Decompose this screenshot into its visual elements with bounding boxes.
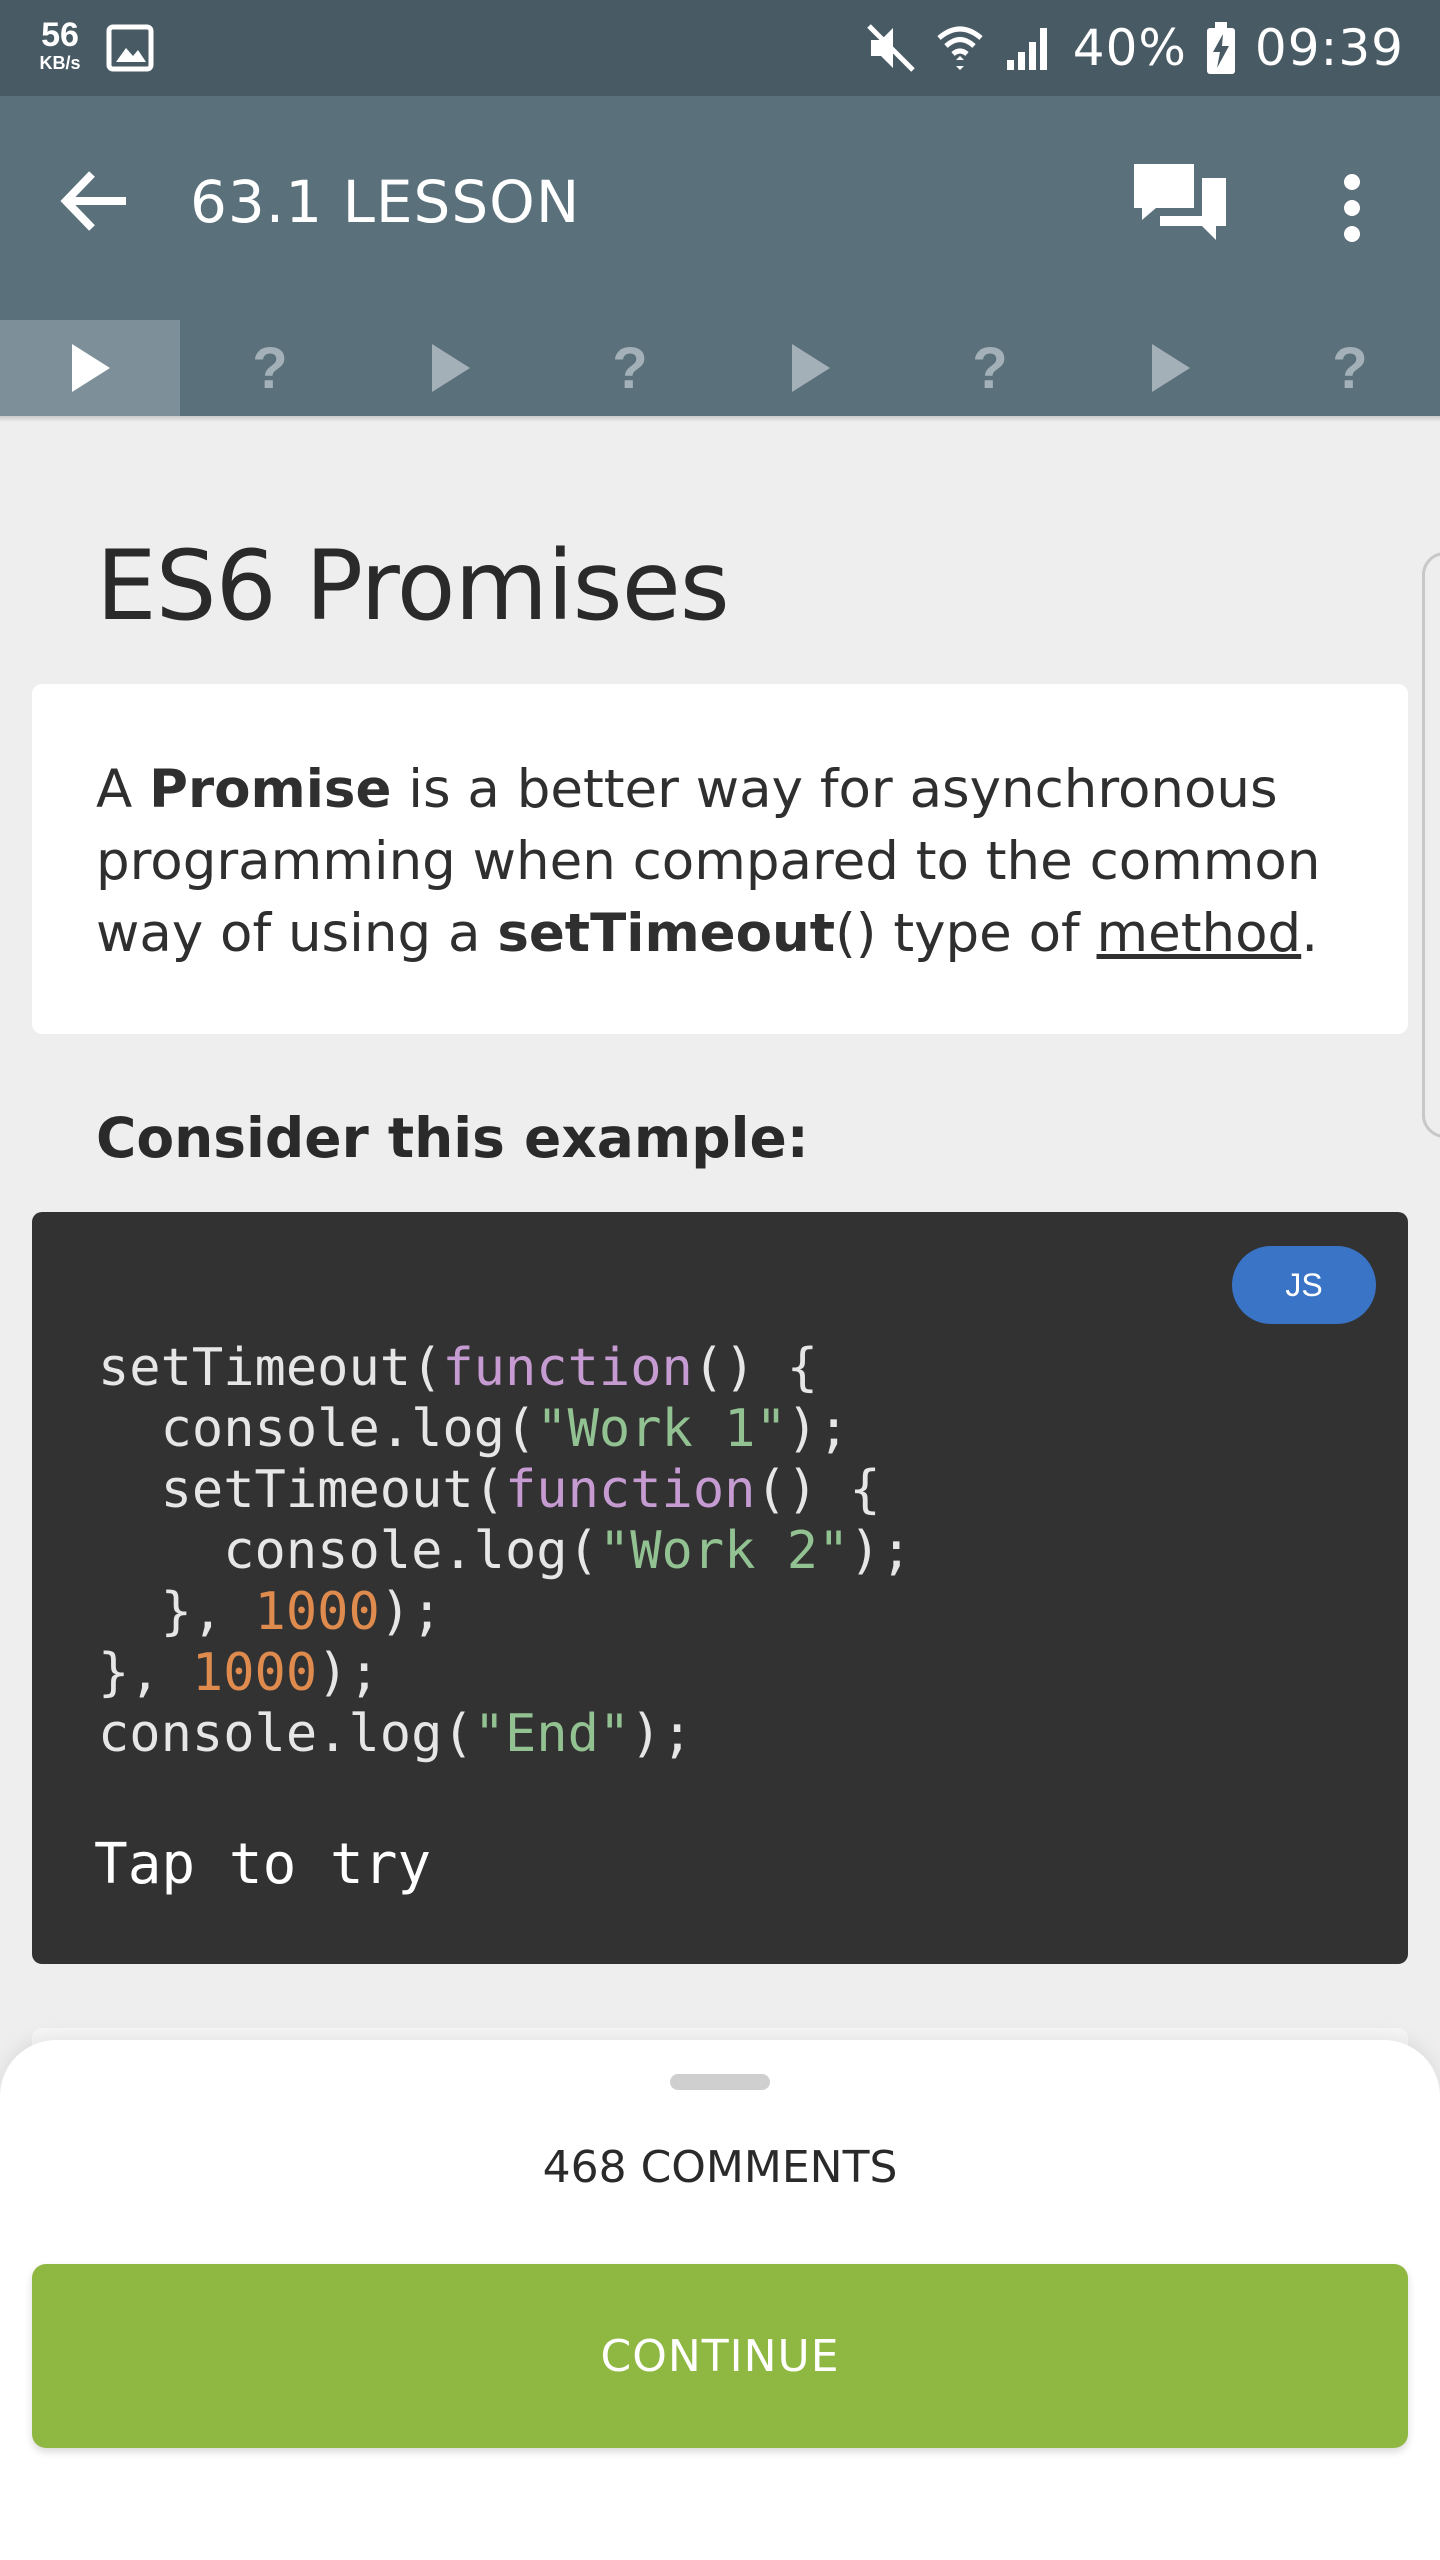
comments-icon[interactable] (1130, 160, 1230, 250)
glossary-link-method[interactable]: method (1097, 903, 1302, 964)
progress-step-5[interactable] (720, 320, 900, 416)
quiz-icon: ? (972, 335, 1008, 401)
mute-icon (865, 22, 917, 74)
language-badge: JS (1232, 1246, 1376, 1324)
next-card-peek[interactable] (1422, 552, 1440, 1138)
wifi-icon (935, 22, 985, 74)
quiz-icon: ? (252, 335, 288, 401)
network-speed-unit: KB/s (39, 53, 81, 73)
intro-text-part: () type of (835, 903, 1097, 964)
lesson-title: 63.1 LESSON (190, 168, 581, 236)
code-block[interactable]: JS setTimeout(function() { console.log("… (32, 1212, 1408, 1964)
progress-shadow (0, 416, 1440, 422)
intro-bold-promise: Promise (149, 759, 392, 820)
example-heading: Consider this example: (96, 1106, 809, 1170)
back-arrow-icon[interactable] (52, 158, 138, 244)
battery-percent: 40% (1072, 19, 1187, 77)
progress-step-8[interactable]: ? (1260, 320, 1440, 416)
network-speed: 56 KB/s (30, 18, 90, 72)
comments-count-link[interactable]: 468 COMMENTS (0, 2142, 1440, 2193)
more-vert-icon[interactable] (1322, 168, 1382, 248)
battery-charging-icon (1205, 20, 1237, 76)
play-icon (792, 344, 830, 392)
code-snippet: setTimeout(function() { console.log("Wor… (98, 1338, 912, 1764)
bottom-sheet: 468 COMMENTS CONTINUE (0, 2040, 1440, 2560)
sheet-drag-handle[interactable] (670, 2074, 770, 2090)
progress-step-6[interactable]: ? (900, 320, 1080, 416)
intro-card: A Promise is a better way for asynchrono… (32, 684, 1408, 1034)
clock: 09:39 (1254, 19, 1404, 77)
intro-text: A Promise is a better way for asynchrono… (96, 754, 1346, 970)
lesson-heading: ES6 Promises (96, 530, 730, 642)
intro-bold-settimeout: setTimeout (497, 903, 836, 964)
progress-step-1[interactable] (0, 320, 180, 416)
progress-step-2[interactable]: ? (180, 320, 360, 416)
intro-text-part: . (1301, 903, 1319, 964)
progress-step-7[interactable] (1080, 320, 1260, 416)
play-icon (72, 344, 110, 392)
progress-step-3[interactable] (360, 320, 540, 416)
quiz-icon: ? (612, 335, 648, 401)
network-speed-value: 56 (41, 16, 79, 54)
signal-icon (1003, 22, 1055, 74)
progress-step-4[interactable]: ? (540, 320, 720, 416)
status-bar: 56 KB/s 40% 09:39 (0, 0, 1440, 96)
gallery-icon (106, 24, 154, 72)
tap-to-try-button[interactable]: Tap to try (94, 1832, 431, 1897)
quiz-icon: ? (1332, 335, 1368, 401)
lesson-progress-bar: ???? (0, 320, 1440, 416)
play-icon (1152, 344, 1190, 392)
continue-button[interactable]: CONTINUE (32, 2264, 1408, 2448)
app-toolbar: 63.1 LESSON (0, 96, 1440, 320)
intro-text-part: A (96, 759, 150, 820)
play-icon (432, 344, 470, 392)
